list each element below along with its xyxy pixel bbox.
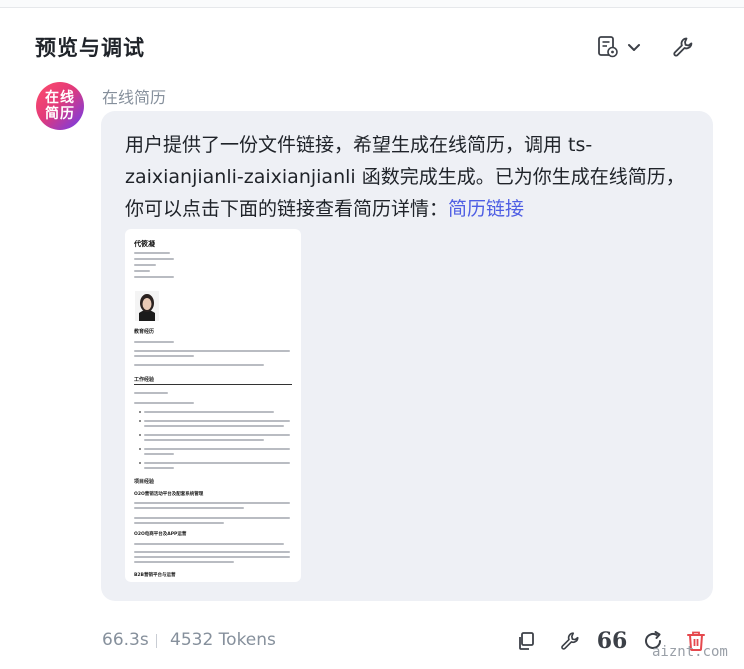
bot-avatar: 在线 简历 — [36, 82, 84, 130]
resume-photo — [135, 291, 159, 321]
resume-project-title: O2O营销活动平台及配套系统管理 — [134, 492, 204, 497]
resume-section-education: 教育经历 — [134, 329, 155, 335]
resume-text-line — [134, 264, 156, 266]
message-text: 用户提供了一份文件链接，希望生成在线简历，调用 ts-zaixianjianli… — [125, 129, 693, 225]
quote-icon: 66 — [596, 628, 628, 654]
resume-text-line — [134, 402, 194, 404]
resume-text-line — [134, 502, 290, 504]
resume-text-line — [144, 411, 274, 413]
resume-text-line — [134, 350, 290, 352]
wrench-icon — [561, 632, 579, 650]
message-footer: 66.3s 4532 Tokens 66 — [0, 622, 744, 658]
notes-with-gear-icon — [598, 36, 618, 58]
resume-text-line — [144, 467, 174, 469]
resume-text-line — [144, 448, 290, 450]
resume-text-line — [134, 276, 174, 278]
top-divider — [0, 0, 744, 8]
page-title: 预览与调试 — [35, 36, 145, 60]
watermark: aiznt.com — [652, 644, 728, 660]
resume-text-line — [134, 392, 168, 394]
resume-section-work: 工作经验 — [134, 377, 155, 383]
panel-header: 预览与调试 — [0, 8, 744, 78]
chevron-down-icon — [628, 44, 640, 51]
token-count: 4532 Tokens — [170, 630, 276, 650]
bot-name: 在线简历 — [102, 88, 167, 107]
response-time: 66.3s — [102, 630, 149, 650]
resume-text-line — [144, 425, 284, 427]
resume-link[interactable]: 简历链接 — [448, 198, 524, 220]
resume-text-line — [134, 561, 234, 563]
resume-preview-image[interactable]: 代筱凝 教育经历 工作经验 项目经验 O2O营销活动平台及配套系统管理 O2O电… — [125, 229, 301, 582]
resume-section-rule — [134, 384, 292, 385]
resume-text-line — [134, 551, 290, 553]
person-photo-icon — [139, 294, 155, 321]
message-body: 用户提供了一份文件链接，希望生成在线简历，调用 ts-zaixianjianli… — [125, 134, 685, 220]
resume-text-line — [134, 258, 174, 260]
resume-project-title: O2O电商平台及APP运营 — [134, 532, 187, 537]
resume-name: 代筱凝 — [134, 240, 155, 248]
resume-project-title: B2B营销平台与运营 — [134, 573, 176, 578]
resume-bullet — [139, 448, 141, 450]
resume-text-line — [134, 556, 290, 558]
copy-icon — [519, 632, 534, 650]
resume-bullet — [139, 411, 141, 413]
tools-button[interactable] — [670, 34, 696, 60]
resume-text-line — [144, 439, 264, 441]
resume-text-line — [134, 543, 284, 545]
quote-button[interactable]: 66 — [596, 628, 628, 654]
resume-text-line — [144, 453, 174, 455]
resume-text-line — [134, 507, 244, 509]
message-bubble: 用户提供了一份文件链接，希望生成在线简历，调用 ts-zaixianjianli… — [101, 111, 713, 601]
resume-bullet — [139, 462, 141, 464]
resume-text-line — [134, 355, 194, 357]
resume-bullet — [139, 434, 141, 436]
notes-dropdown-button[interactable] — [594, 34, 644, 60]
resume-text-line — [144, 462, 290, 464]
resume-text-line — [134, 517, 290, 519]
avatar-text-line2: 简历 — [45, 106, 75, 122]
resume-text-line — [144, 434, 290, 436]
copy-button[interactable] — [513, 628, 539, 654]
resume-bullet — [139, 420, 141, 422]
avatar-text-line1: 在线 — [45, 90, 75, 106]
resume-text-line — [134, 252, 170, 254]
resume-text-line — [134, 364, 264, 366]
resume-section-projects: 项目经验 — [134, 479, 155, 485]
wrench-icon — [673, 37, 693, 57]
tool-call-button[interactable] — [557, 628, 583, 654]
resume-text-line — [144, 420, 290, 422]
resume-text-line — [134, 270, 150, 272]
resume-text-line — [134, 341, 174, 343]
footer-divider — [156, 634, 157, 648]
resume-text-line — [134, 522, 224, 524]
